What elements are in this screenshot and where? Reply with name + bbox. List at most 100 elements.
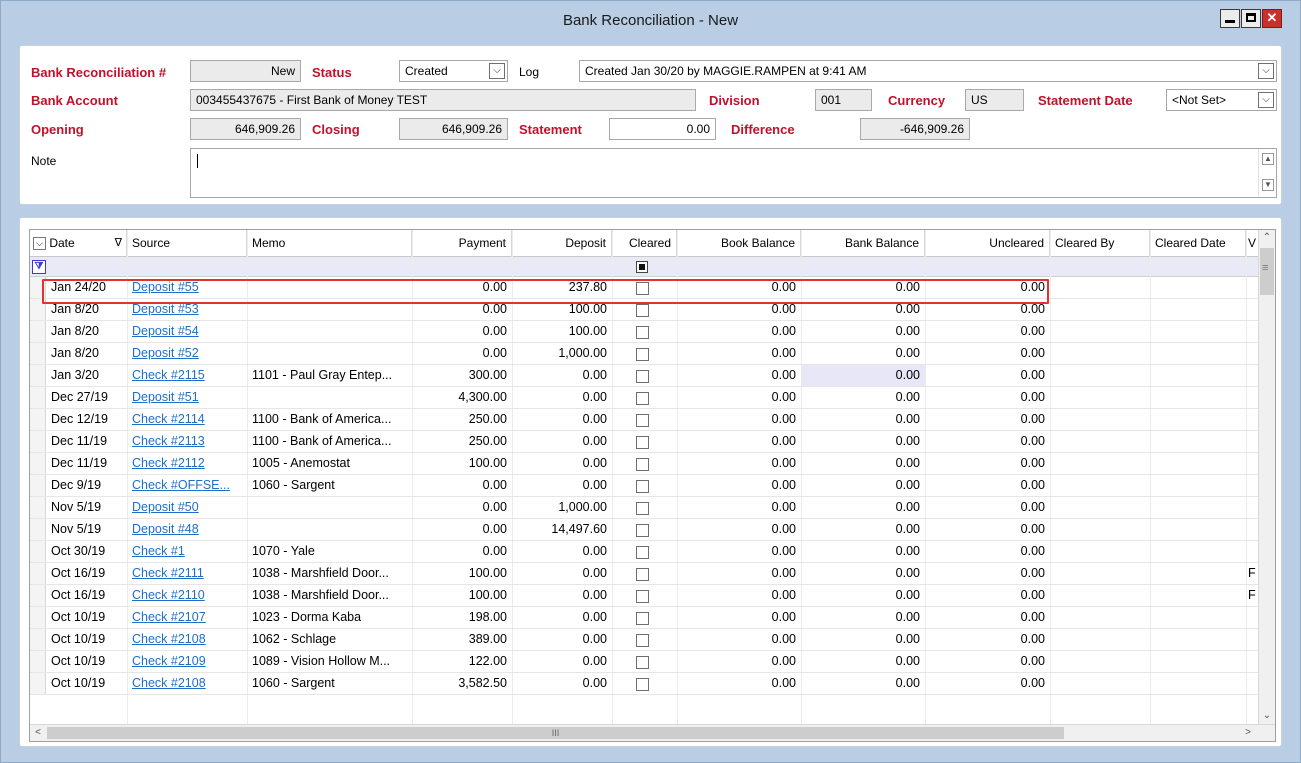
source-link[interactable]: Deposit #51: [132, 390, 199, 404]
row-selector[interactable]: [30, 475, 46, 496]
filter-icon[interactable]: ⧩: [32, 260, 46, 274]
table-row[interactable]: Dec 27/19 Deposit #51 4,300.00 0.00 0.00 0.00…: [30, 387, 1259, 409]
table-row[interactable]: Jan 8/20 Deposit #53 0.00 100.00 0.00 0.00 0.0…: [30, 299, 1259, 321]
table-row[interactable]: Oct 30/19 Check #1 1070 - Yale 0.00 0.00 0.00…: [30, 541, 1259, 563]
minimize-button[interactable]: [1220, 9, 1240, 28]
table-row[interactable]: Dec 11/19 Check #2112 1005 - Anemostat 100.…: [30, 453, 1259, 475]
col-bank-balance[interactable]: Bank Balance: [801, 230, 925, 257]
row-selector[interactable]: [30, 673, 46, 694]
row-selector[interactable]: [30, 453, 46, 474]
cleared-checkbox[interactable]: [636, 524, 649, 537]
cleared-checkbox[interactable]: [636, 370, 649, 383]
cleared-checkbox[interactable]: [636, 304, 649, 317]
row-selector[interactable]: [30, 541, 46, 562]
horizontal-scrollbar[interactable]: < III >: [30, 724, 1275, 741]
source-link[interactable]: Check #2112: [132, 456, 205, 470]
row-selector[interactable]: [30, 365, 46, 386]
table-row[interactable]: Oct 10/19 Check #2107 1023 - Dorma Kaba 198…: [30, 607, 1259, 629]
cleared-checkbox[interactable]: [636, 436, 649, 449]
source-link[interactable]: Check #2108: [132, 676, 206, 690]
source-link[interactable]: Check #2107: [132, 610, 206, 624]
table-row[interactable]: Dec 9/19 Check #OFFSE... 1060 - Sargent 0.0…: [30, 475, 1259, 497]
row-selector[interactable]: [30, 321, 46, 342]
cleared-checkbox[interactable]: [636, 480, 649, 493]
column-chooser-icon[interactable]: ⌵: [33, 237, 46, 251]
table-row[interactable]: Jan 8/20 Deposit #54 0.00 100.00 0.00 0.00 0.0…: [30, 321, 1259, 343]
table-row[interactable]: Jan 8/20 Deposit #52 0.00 1,000.00 0.00 0.00 0…: [30, 343, 1259, 365]
maximize-button[interactable]: [1241, 9, 1261, 28]
cleared-checkbox[interactable]: [636, 656, 649, 669]
vertical-scroll-thumb[interactable]: [1260, 248, 1274, 295]
source-link[interactable]: Check #2108: [132, 632, 206, 646]
table-row[interactable]: Nov 5/19 Deposit #48 0.00 14,497.60 0.00 0.00…: [30, 519, 1259, 541]
source-link[interactable]: Check #2111: [132, 566, 204, 580]
row-selector[interactable]: [30, 299, 46, 320]
row-selector[interactable]: [30, 431, 46, 452]
col-cleared-by[interactable]: Cleared By: [1050, 230, 1150, 257]
table-row[interactable]: Dec 12/19 Check #2114 1100 - Bank of Ameri…: [30, 409, 1259, 431]
source-link[interactable]: Deposit #54: [132, 324, 199, 338]
cleared-checkbox[interactable]: [636, 568, 649, 581]
cleared-checkbox[interactable]: [636, 392, 649, 405]
col-deposit[interactable]: Deposit: [512, 230, 612, 257]
table-row[interactable]: Oct 16/19 Check #2110 1038 - Marshfield Do…: [30, 585, 1259, 607]
row-selector[interactable]: [30, 519, 46, 540]
col-uncleared[interactable]: Uncleared: [925, 230, 1050, 257]
source-link[interactable]: Check #2114: [132, 412, 205, 426]
row-selector[interactable]: [30, 607, 46, 628]
source-link[interactable]: Deposit #55: [132, 280, 199, 294]
cleared-checkbox[interactable]: [636, 634, 649, 647]
table-row[interactable]: Oct 10/19 Check #2109 1089 - Vision Hollow…: [30, 651, 1259, 673]
row-selector[interactable]: [30, 651, 46, 672]
table-row[interactable]: Oct 10/19 Check #2108 1060 - Sargent 3,582.…: [30, 673, 1259, 695]
status-dropdown[interactable]: Created ⌵: [399, 60, 508, 82]
note-textarea[interactable]: ▲ ▼: [190, 148, 1277, 198]
table-row[interactable]: Oct 16/19 Check #2111 1038 - Marshfield Do…: [30, 563, 1259, 585]
scroll-down-icon[interactable]: ⌄: [1259, 708, 1275, 724]
col-cleared[interactable]: Cleared: [612, 230, 677, 257]
col-memo[interactable]: Memo: [247, 230, 412, 257]
source-link[interactable]: Check #2113: [132, 434, 205, 448]
row-selector[interactable]: [30, 387, 46, 408]
row-selector[interactable]: [30, 497, 46, 518]
cleared-filter-checkbox[interactable]: [636, 261, 648, 273]
source-link[interactable]: Deposit #50: [132, 500, 199, 514]
col-date[interactable]: ⌵ Date ∇: [30, 230, 127, 257]
col-source[interactable]: Source: [127, 230, 247, 257]
scroll-left-icon[interactable]: <: [30, 725, 46, 741]
cleared-checkbox[interactable]: [636, 590, 649, 603]
scroll-down-icon[interactable]: ▼: [1262, 179, 1274, 191]
col-book-balance[interactable]: Book Balance: [677, 230, 801, 257]
close-button[interactable]: ✕: [1262, 9, 1282, 28]
table-row[interactable]: Dec 11/19 Check #2113 1100 - Bank of Ameri…: [30, 431, 1259, 453]
table-row[interactable]: Nov 5/19 Deposit #50 0.00 1,000.00 0.00 0.00 0…: [30, 497, 1259, 519]
chevron-down-icon[interactable]: ⌵: [1258, 92, 1274, 108]
scroll-right-icon[interactable]: >: [1240, 725, 1256, 741]
row-selector[interactable]: [30, 409, 46, 430]
source-link[interactable]: Deposit #52: [132, 346, 199, 360]
table-row[interactable]: Jan 3/20 Check #2115 1101 - Paul Gray Ente…: [30, 365, 1259, 387]
vertical-scrollbar[interactable]: ⌃ ⌄: [1258, 230, 1275, 725]
source-link[interactable]: Check #1: [132, 544, 185, 558]
cleared-checkbox[interactable]: [636, 546, 649, 559]
cleared-checkbox[interactable]: [636, 282, 649, 295]
source-link[interactable]: Deposit #48: [132, 522, 199, 536]
source-link[interactable]: Check #2110: [132, 588, 205, 602]
cleared-checkbox[interactable]: [636, 414, 649, 427]
statement-date-picker[interactable]: <Not Set> ⌵: [1166, 89, 1277, 111]
cleared-checkbox[interactable]: [636, 612, 649, 625]
horizontal-scroll-thumb[interactable]: III: [47, 727, 1064, 739]
statement-input[interactable]: 0.00: [609, 118, 716, 140]
table-row[interactable]: Jan 24/20 Deposit #55 0.00 237.80 0.00 0.00 0.…: [30, 277, 1259, 299]
cleared-checkbox[interactable]: [636, 458, 649, 471]
row-selector[interactable]: [30, 343, 46, 364]
row-selector[interactable]: [30, 629, 46, 650]
chevron-down-icon[interactable]: ⌵: [1258, 63, 1274, 79]
source-link[interactable]: Deposit #53: [132, 302, 199, 316]
source-link[interactable]: Check #OFFSE...: [132, 478, 230, 492]
log-dropdown[interactable]: Created Jan 30/20 by MAGGIE.RAMPEN at 9:…: [579, 60, 1277, 82]
note-scrollbar[interactable]: ▲ ▼: [1258, 149, 1276, 197]
cleared-checkbox[interactable]: [636, 502, 649, 515]
scroll-up-icon[interactable]: ⌃: [1259, 230, 1275, 246]
source-link[interactable]: Check #2115: [132, 368, 205, 382]
